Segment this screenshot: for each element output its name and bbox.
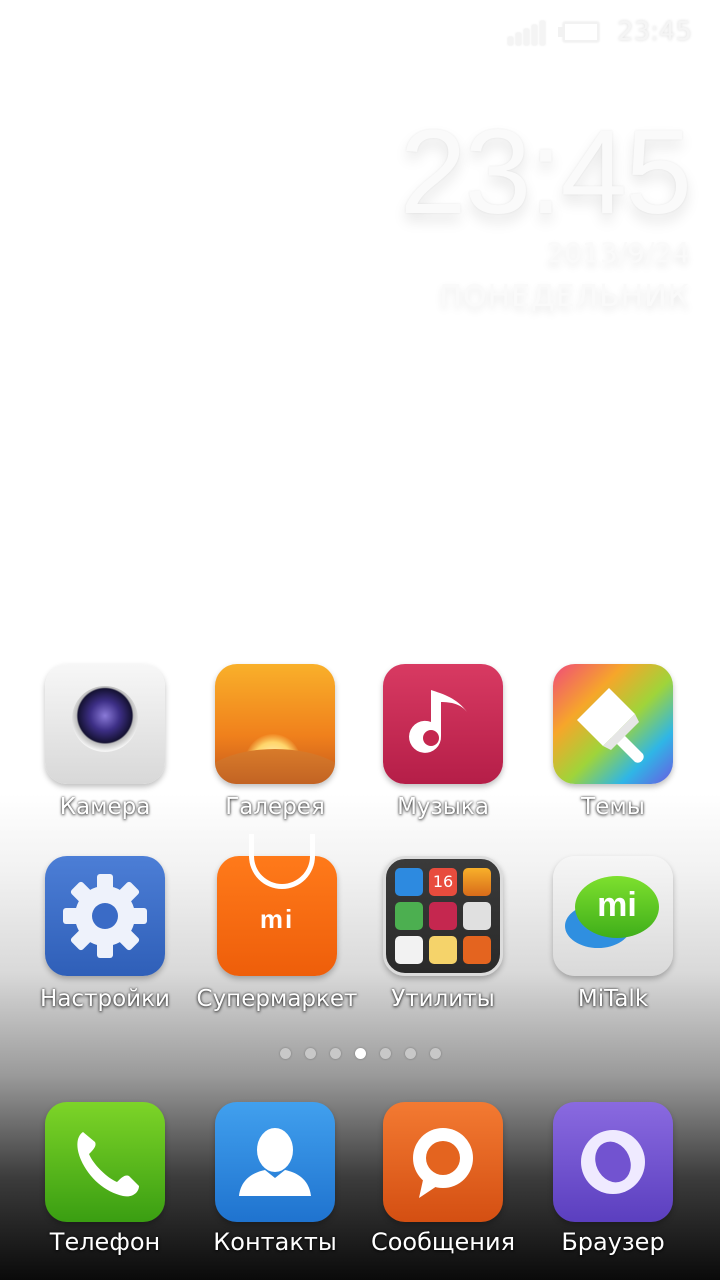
- supermarket-icon: mi: [217, 834, 337, 976]
- clock-weekday: ПОНЕДЕЛЬНИК: [439, 279, 690, 314]
- settings-icon: [45, 856, 165, 976]
- music-icon: [383, 664, 503, 784]
- app-label: Темы: [581, 794, 645, 820]
- page-dot[interactable]: [379, 1048, 391, 1059]
- battery-icon: [558, 22, 600, 42]
- mi-logo: mi: [259, 904, 295, 934]
- page-dot[interactable]: [304, 1048, 316, 1059]
- app-label: Сообщения: [370, 1228, 516, 1256]
- clock-date: 2013/9/24: [546, 236, 690, 269]
- dock-phone[interactable]: Телефон: [20, 1102, 190, 1256]
- page-dot[interactable]: [429, 1048, 441, 1059]
- app-label: Супермаркет: [196, 986, 358, 1012]
- page-dot-active[interactable]: [354, 1048, 366, 1059]
- app-supermarket[interactable]: mi Супермаркет: [192, 834, 362, 1012]
- messages-icon: [383, 1102, 503, 1222]
- clock-widget[interactable]: 23:45 2013/9/24 ПОНЕДЕЛЬНИК: [399, 105, 692, 314]
- app-label: Утилиты: [391, 986, 495, 1012]
- app-camera[interactable]: Камера: [20, 664, 190, 820]
- camera-icon: [45, 664, 165, 784]
- dock-browser[interactable]: Браузер: [528, 1102, 698, 1256]
- app-music[interactable]: Музыка: [358, 664, 528, 820]
- app-label: Галерея: [225, 794, 325, 820]
- dock-messages[interactable]: Сообщения: [358, 1102, 528, 1256]
- app-label: Музыка: [397, 794, 489, 820]
- page-indicator[interactable]: [0, 1048, 720, 1059]
- app-label: Настройки: [40, 986, 170, 1012]
- mitalk-logo-text: mi: [597, 886, 637, 924]
- recorder-mini-icon: [463, 902, 491, 930]
- music-mini-icon: [429, 902, 457, 930]
- signal-icon: [508, 19, 546, 45]
- app-label: Телефон: [49, 1228, 161, 1256]
- utilities-folder-icon: 16: [383, 856, 503, 976]
- app-settings[interactable]: Настройки: [20, 856, 190, 1012]
- app-label: MiTalk: [577, 986, 649, 1012]
- page-dot[interactable]: [404, 1048, 416, 1059]
- app-themes[interactable]: Темы: [528, 664, 698, 820]
- app-mitalk[interactable]: mi MiTalk: [528, 856, 698, 1012]
- notes-mini-icon: [429, 936, 457, 964]
- browser-icon: [553, 1102, 673, 1222]
- gallery-icon: [215, 664, 335, 784]
- app-gallery[interactable]: Галерея: [190, 664, 360, 820]
- page-dot[interactable]: [279, 1048, 291, 1059]
- status-bar: 23:45: [508, 14, 692, 50]
- page-dot[interactable]: [329, 1048, 341, 1059]
- app-utilities-folder[interactable]: 16 Утилиты: [358, 856, 528, 1012]
- themes-icon: [553, 664, 673, 784]
- mitalk-icon: mi: [553, 856, 673, 976]
- mail-mini-icon: [395, 936, 423, 964]
- clock-time: 23:45: [399, 105, 692, 239]
- contacts-icon: [215, 1102, 335, 1222]
- calendar-mini-icon: 16: [429, 868, 457, 896]
- maps-mini-icon: [395, 902, 423, 930]
- gallery-mini-icon: [463, 868, 491, 896]
- app-label: Браузер: [561, 1228, 665, 1256]
- app-label: Контакты: [213, 1228, 337, 1256]
- clock-mini-icon: [395, 868, 423, 896]
- dock-contacts[interactable]: Контакты: [190, 1102, 360, 1256]
- app-label: Камера: [59, 794, 151, 820]
- calculator-mini-icon: [463, 936, 491, 964]
- phone-icon: [45, 1102, 165, 1222]
- status-time: 23:45: [617, 17, 692, 47]
